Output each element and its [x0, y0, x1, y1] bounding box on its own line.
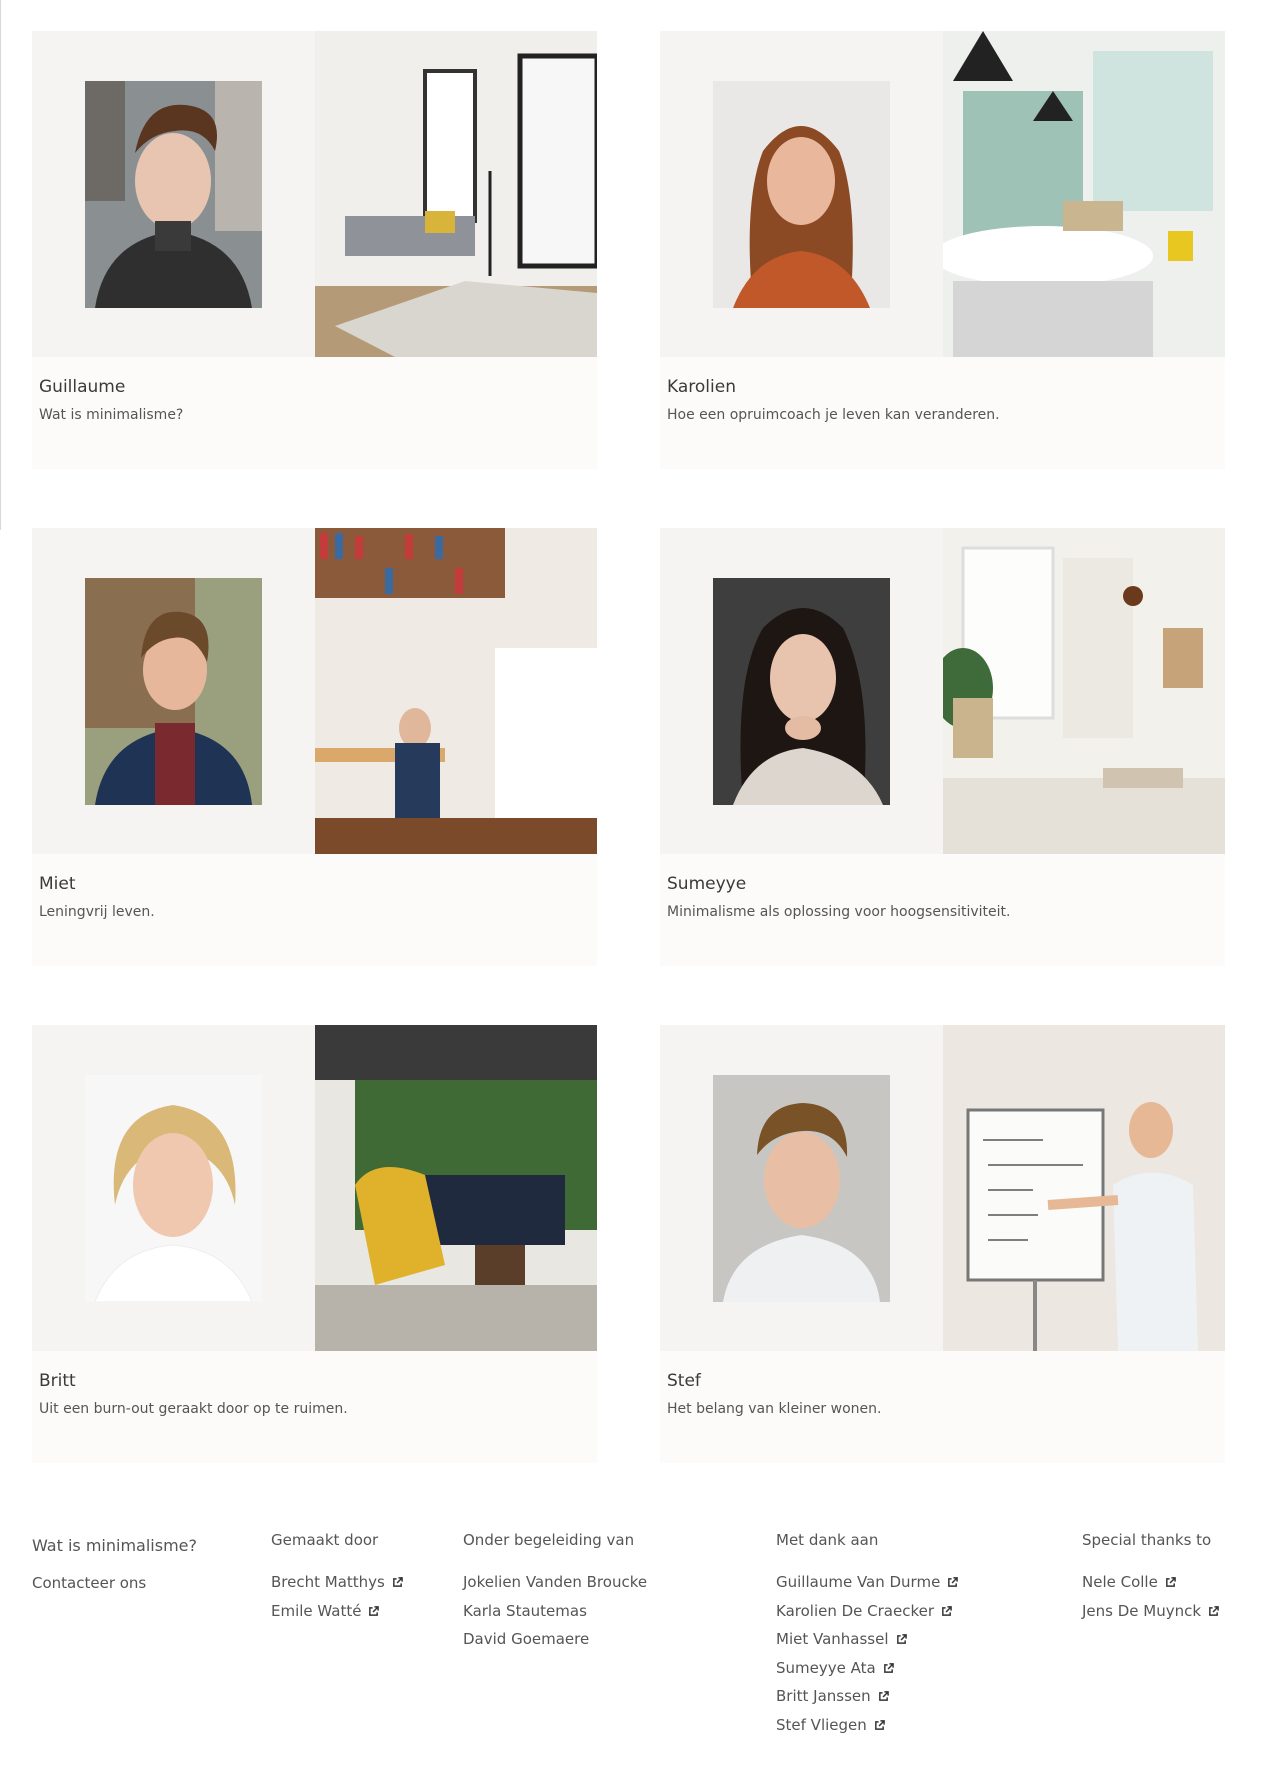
- special-link-nele-colle[interactable]: Nele Colle: [1082, 1573, 1158, 1591]
- person-name: Jens De Muynck: [1082, 1601, 1202, 1620]
- external-link-icon: [947, 1577, 959, 1588]
- person-name: Miet Vanhassel: [776, 1630, 889, 1648]
- card-tagline: Hoe een opruimcoach je leven kan verande…: [667, 407, 1000, 423]
- made-by-link-emile-watte[interactable]: Emile Watté: [271, 1602, 361, 1620]
- footer-thanks: Met dank aan Guillaume Van Durme Karolie…: [776, 1531, 959, 1739]
- scene-photo-tiny-house: [315, 528, 597, 854]
- external-link-icon: [941, 1605, 952, 1617]
- story-card-britt[interactable]: Britt Uit een burn-out geraakt door op t…: [32, 1025, 597, 1463]
- footer-special-thanks: Special thanks to Nele Colle Jens De Muy…: [1082, 1531, 1219, 1625]
- card-tagline: Leningvrij leven.: [39, 904, 155, 920]
- external-link-icon: [1165, 1577, 1176, 1588]
- card-name: Guillaume: [39, 377, 126, 397]
- person-name: Stef Vliegen: [776, 1715, 867, 1734]
- site-footer: Wat is minimalisme? Contacteer ons Gemaa…: [0, 1500, 1271, 1766]
- person-name: Emile Watté: [271, 1601, 362, 1620]
- portrait-photo-sumeyye: [713, 578, 890, 805]
- card-tagline: Wat is minimalisme?: [39, 407, 184, 423]
- scene-photo-flipchart: [943, 1025, 1225, 1351]
- card-name: Miet: [39, 874, 76, 894]
- left-edge-line: [0, 0, 1, 530]
- thanks-link-miet[interactable]: Miet Vanhassel: [776, 1630, 889, 1648]
- scene-photo-bright-living-room: [943, 528, 1225, 854]
- thanks-link-karolien[interactable]: Karolien De Craecker: [776, 1602, 934, 1620]
- thanks-link-britt[interactable]: Britt Janssen: [776, 1687, 871, 1705]
- external-link-icon: [896, 1634, 907, 1645]
- external-link-icon: [883, 1662, 894, 1674]
- person-name: Britt Janssen: [776, 1687, 871, 1705]
- footer-link-contact[interactable]: Contacteer ons: [32, 1574, 146, 1592]
- story-card-karolien[interactable]: Karolien Hoe een opruimcoach je leven ka…: [660, 31, 1225, 469]
- story-card-stef[interactable]: Stef Het belang van kleiner wonen.: [660, 1025, 1225, 1463]
- external-link-icon: [874, 1719, 885, 1731]
- portrait-frame: [32, 31, 315, 357]
- portrait-photo-karolien: [713, 81, 890, 308]
- thanks-link-stef[interactable]: Stef Vliegen: [776, 1716, 867, 1734]
- portrait-photo-stef: [713, 1075, 890, 1302]
- portrait-photo-britt: [85, 1075, 262, 1302]
- card-media: [32, 31, 597, 357]
- person-name: Brecht Matthys: [271, 1573, 385, 1591]
- scene-photo-dining-room: [943, 31, 1225, 357]
- card-name: Stef: [667, 1371, 701, 1391]
- footer-made-by-heading: Gemaakt door: [271, 1531, 379, 1549]
- thanks-link-guillaume[interactable]: Guillaume Van Durme: [776, 1573, 940, 1591]
- footer-thanks-heading: Met dank aan: [776, 1531, 879, 1549]
- scene-photo-yellow-armchair: [315, 1025, 597, 1351]
- card-tagline: Minimalisme als oplossing voor hoogsensi…: [667, 904, 1011, 920]
- special-link-jens-de-muynck[interactable]: Jens De Muynck: [1082, 1602, 1201, 1620]
- portrait-photo-guillaume: [85, 81, 262, 308]
- guided-by-name: Karla Stautemas: [463, 1601, 587, 1620]
- card-tagline: Het belang van kleiner wonen.: [667, 1401, 882, 1417]
- thanks-link-sumeyye[interactable]: Sumeyye Ata: [776, 1659, 876, 1677]
- story-card-sumeyye[interactable]: Sumeyye Minimalisme als oplossing voor h…: [660, 528, 1225, 966]
- card-media: [32, 1025, 597, 1351]
- card-media: [660, 528, 1225, 854]
- external-link-icon: [392, 1577, 403, 1588]
- portrait-frame: [32, 528, 315, 854]
- person-name: Guillaume Van Durme: [776, 1573, 941, 1591]
- person-name: Karolien De Craecker: [776, 1601, 935, 1620]
- portrait-frame: [660, 31, 943, 357]
- portrait-frame: [660, 528, 943, 854]
- story-card-guillaume[interactable]: Guillaume Wat is minimalisme?: [32, 31, 597, 469]
- story-card-miet[interactable]: Miet Leningvrij leven.: [32, 528, 597, 966]
- guided-by-name: Jokelien Vanden Broucke: [463, 1573, 648, 1591]
- external-link-icon: [368, 1605, 380, 1617]
- portrait-frame: [660, 1025, 943, 1351]
- scene-photo-living-room: [315, 31, 597, 357]
- portrait-frame: [32, 1025, 315, 1351]
- card-name: Sumeyye: [667, 874, 747, 894]
- footer-guided-by-heading: Onder begeleiding van: [463, 1531, 635, 1549]
- person-name: Sumeyye Ata: [776, 1658, 876, 1677]
- card-name: Britt: [39, 1371, 76, 1391]
- person-name: Nele Colle: [1082, 1573, 1158, 1591]
- card-media: [660, 31, 1225, 357]
- guided-by-name: David Goemaere: [463, 1630, 590, 1648]
- card-tagline: Uit een burn-out geraakt door op te ruim…: [39, 1401, 348, 1417]
- footer-nav: Wat is minimalisme? Contacteer ons: [32, 1532, 197, 1597]
- footer-link-what-is-minimalism[interactable]: Wat is minimalisme?: [32, 1536, 197, 1555]
- card-media: [32, 528, 597, 854]
- external-link-icon: [878, 1691, 889, 1702]
- footer-guided-by: Onder begeleiding van Jokelien Vanden Br…: [463, 1531, 647, 1654]
- card-name: Karolien: [667, 377, 736, 397]
- made-by-link-brecht-matthys[interactable]: Brecht Matthys: [271, 1573, 385, 1591]
- card-media: [660, 1025, 1225, 1351]
- footer-made-by: Gemaakt door Brecht Matthys Emile Watté: [271, 1531, 403, 1625]
- portrait-photo-miet: [85, 578, 262, 805]
- external-link-icon: [1208, 1605, 1219, 1617]
- footer-special-thanks-heading: Special thanks to: [1082, 1531, 1212, 1549]
